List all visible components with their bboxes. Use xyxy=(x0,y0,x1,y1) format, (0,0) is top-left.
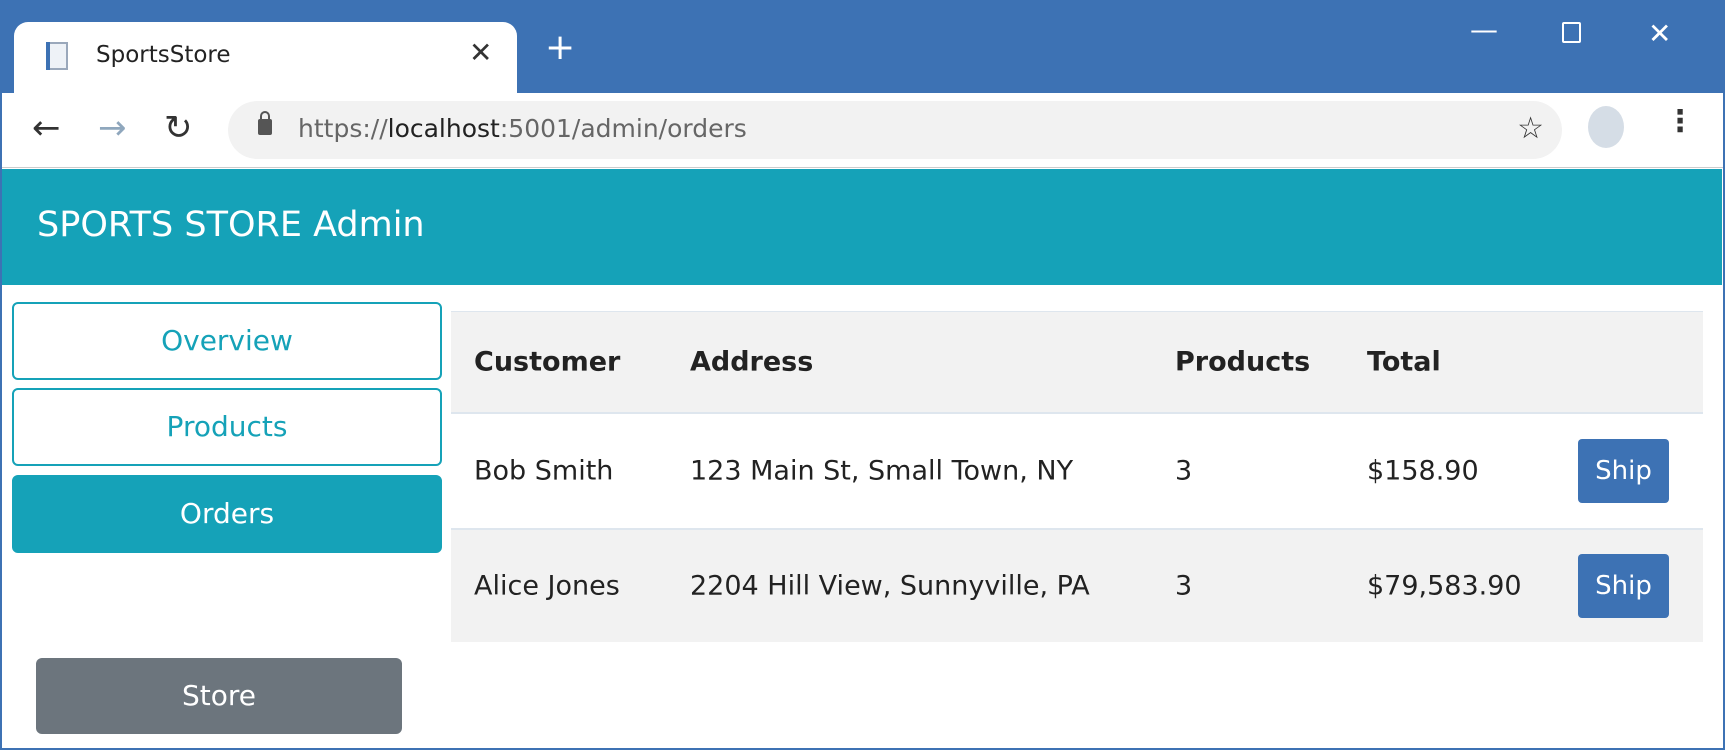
window-border xyxy=(0,0,1725,750)
